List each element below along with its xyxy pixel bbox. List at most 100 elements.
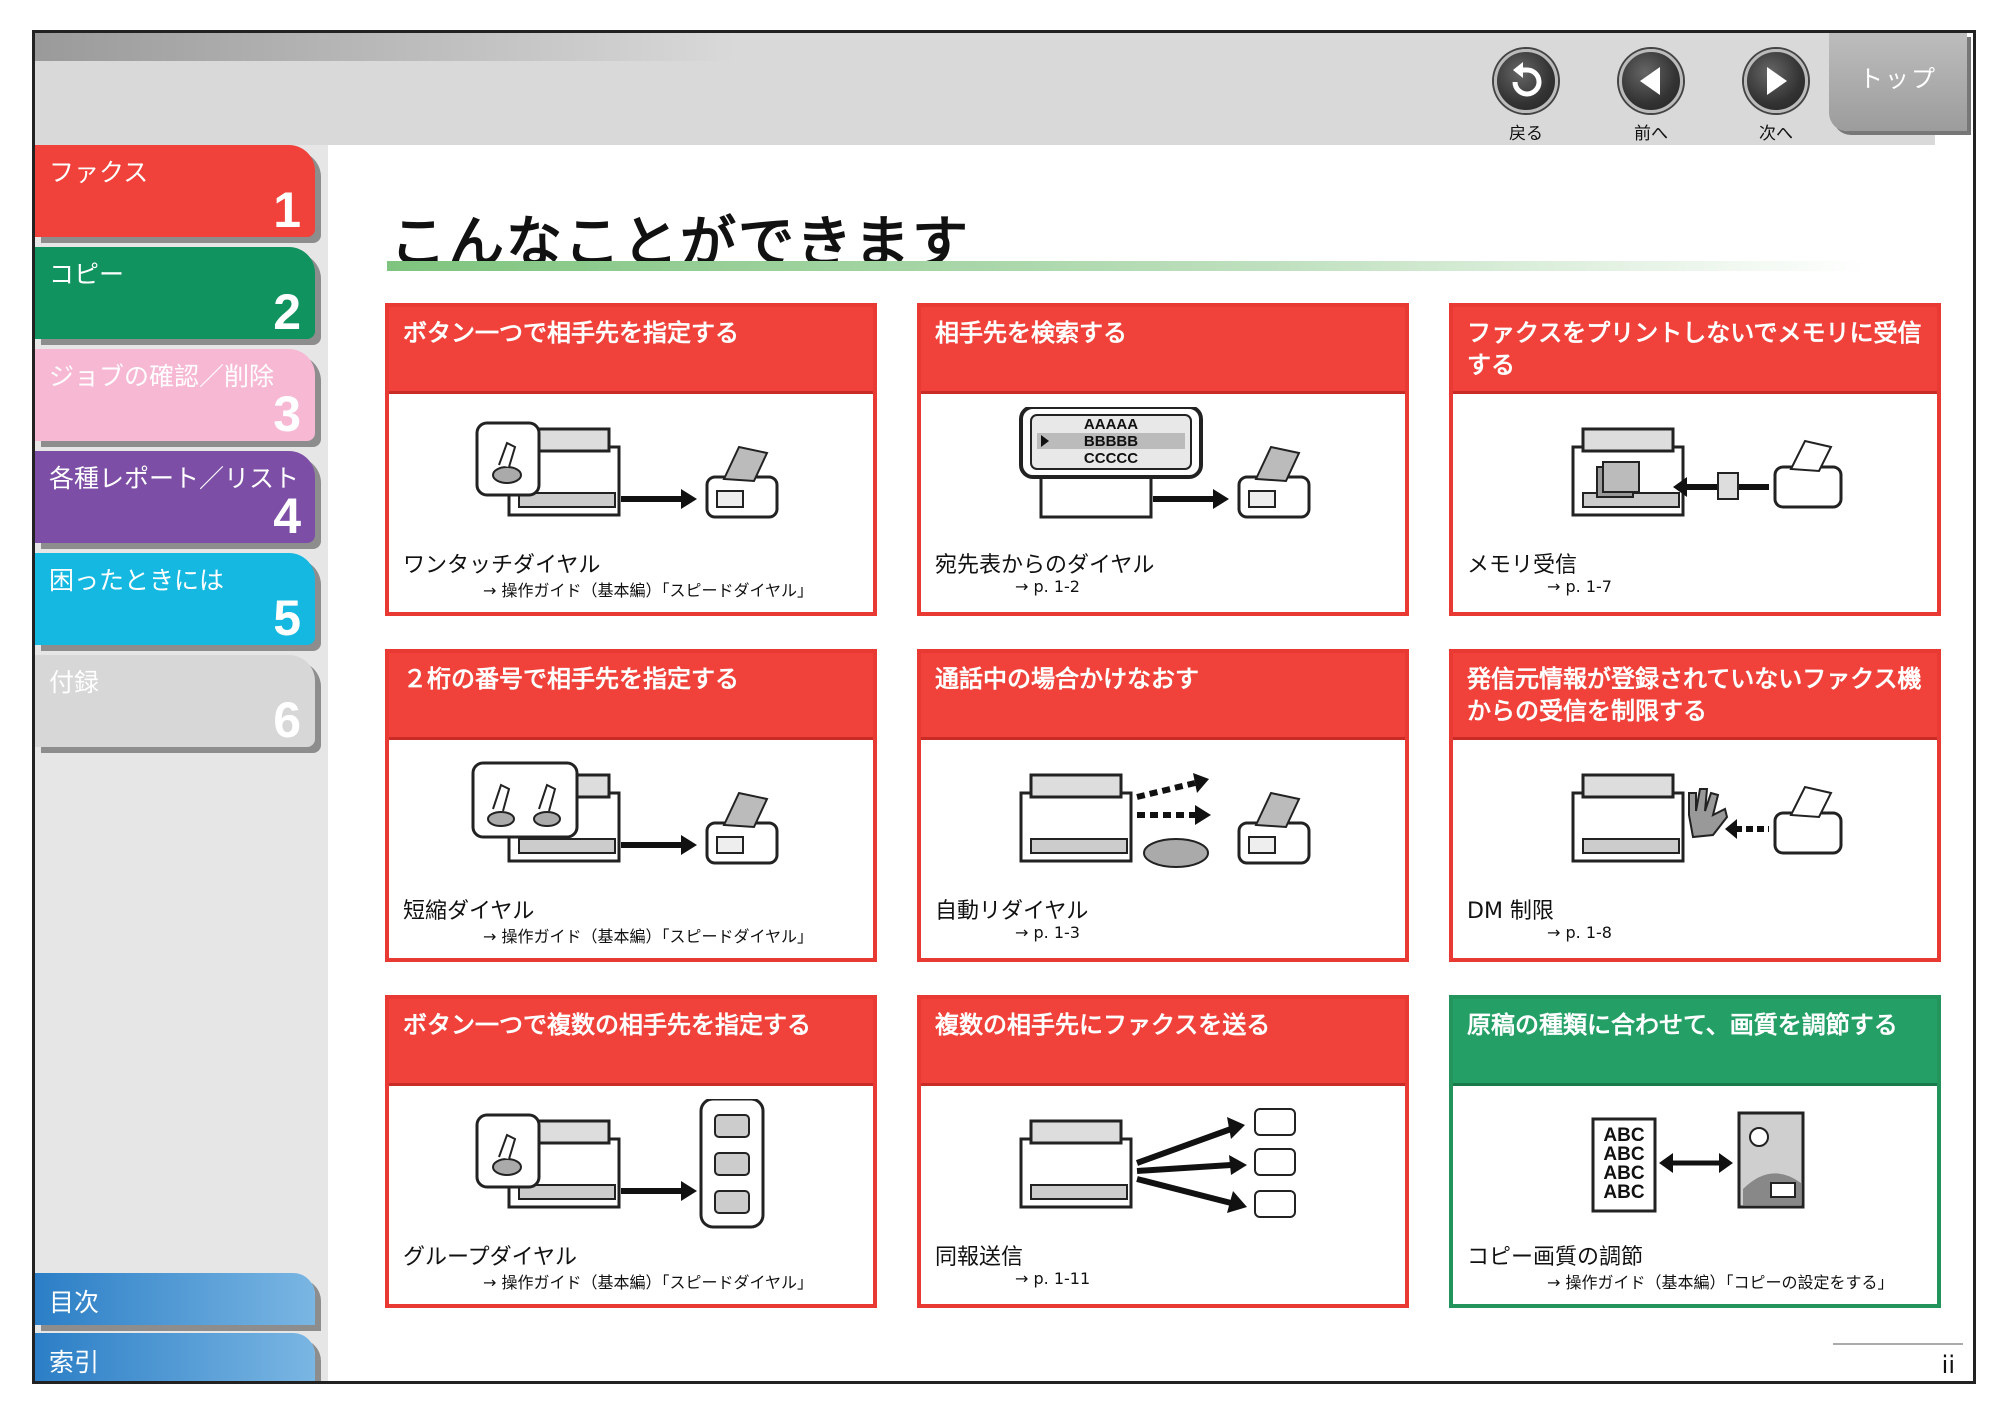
card-title: 原稿の種類に合わせて、画質を調節する [1467, 1011, 1898, 1039]
card-header: 発信元情報が登録されていないファクス機からの受信を制限する [1453, 653, 1937, 740]
next-label: 次へ [1759, 124, 1793, 144]
address-book-dial-icon: AAAAA BBBBB CCCCC [1019, 407, 1311, 519]
prev-label: 前へ [1634, 124, 1668, 144]
chapter-title: コピー [49, 260, 125, 289]
card-reference-link[interactable]: → p. 1-2 [1015, 577, 1080, 596]
feature-card-memory-receive[interactable]: ファクスをプリントしないでメモリに受信する メモリ受信 → p. 1-7 [1449, 303, 1941, 616]
card-title: 発信元情報が登録されていないファクス機からの受信を制限する [1467, 665, 1922, 725]
feature-card-address-book[interactable]: 相手先を検索する AAAAA BBBBB CCCCC 宛先表からのダイヤル → … [917, 303, 1409, 616]
sidebar: ファクス 1 コピー 2 ジョブの確認／削除 3 各種レポート／リスト 4 困っ… [35, 145, 328, 1381]
sample-text-3: ABC [1603, 1163, 1644, 1184]
card-feature-name: ワンタッチダイヤル [403, 553, 601, 578]
card-reference-link[interactable]: → p. 1-7 [1547, 577, 1612, 596]
chapter-title: ファクス [49, 158, 149, 187]
chapter-title: 付録 [49, 668, 100, 697]
chapter-number: 3 [273, 386, 301, 441]
toc-button[interactable]: 目次 [35, 1273, 315, 1325]
index-button[interactable]: 索引 [35, 1333, 315, 1381]
toc-label: 目次 [49, 1288, 100, 1317]
dm-restriction-icon [1571, 773, 1843, 863]
card-feature-name: 自動リダイヤル [935, 899, 1089, 924]
card-title: 相手先を検索する [935, 319, 1127, 347]
chapter-tab-3[interactable]: ジョブの確認／削除 3 [35, 349, 315, 441]
card-reference-link[interactable]: → 操作ガイド（基本編）「スピードダイヤル」 [483, 923, 813, 947]
chapter-number: 5 [273, 590, 301, 645]
card-title: ボタン一つで相手先を指定する [403, 319, 739, 347]
card-header: 原稿の種類に合わせて、画質を調節する [1453, 999, 1937, 1086]
prev-button[interactable]: 前へ [1611, 49, 1691, 144]
chapter-number: 4 [273, 488, 301, 543]
card-header: ボタン一つで複数の相手先を指定する [389, 999, 873, 1086]
chapter-tab-2[interactable]: コピー 2 [35, 247, 315, 339]
card-feature-name: グループダイヤル [403, 1245, 578, 1270]
chapter-title: 各種レポート／リスト [49, 464, 300, 493]
chapter-tab-1[interactable]: ファクス 1 [35, 145, 315, 237]
broadcast-icon [1019, 1108, 1296, 1218]
memory-receive-icon [1571, 427, 1843, 517]
card-feature-name: メモリ受信 [1467, 553, 1578, 578]
index-label: 索引 [49, 1348, 100, 1377]
card-header: 通話中の場合かけなおす [921, 653, 1405, 740]
feature-card-auto-redial[interactable]: 通話中の場合かけなおす 自動リダイヤル → p. 1-3 [917, 649, 1409, 962]
chapter-title: ジョブの確認／削除 [49, 362, 275, 391]
group-dial-icon [475, 1099, 765, 1229]
card-header: ファクスをプリントしないでメモリに受信する [1453, 307, 1937, 394]
card-title: 複数の相手先にファクスを送る [935, 1011, 1271, 1039]
feature-card-group-dial[interactable]: ボタン一つで複数の相手先を指定する グループダイヤル → 操作ガイド（基本編）「… [385, 995, 877, 1308]
card-reference-link[interactable]: → 操作ガイド（基本編）「スピードダイヤル」 [483, 577, 813, 601]
feature-card-dm-restriction[interactable]: 発信元情報が登録されていないファクス機からの受信を制限する DM 制限 → p.… [1449, 649, 1941, 962]
card-header: 複数の相手先にファクスを送る [921, 999, 1405, 1086]
chapter-number: 1 [273, 182, 301, 237]
sample-text-2: ABC [1603, 1144, 1644, 1165]
card-title: ２桁の番号で相手先を指定する [403, 665, 739, 693]
card-feature-name: 宛先表からのダイヤル [935, 553, 1155, 578]
header-stripe [35, 33, 735, 61]
top-tab[interactable]: トップ [1829, 33, 1967, 131]
page-number: ii [1941, 1351, 1955, 1379]
display-line-2: BBBBB [1084, 433, 1138, 450]
feature-card-coded-dial[interactable]: ２桁の番号で相手先を指定する 短縮ダイヤル → 操作ガイド（基本編）「スピードダ… [385, 649, 877, 962]
feature-card-one-touch[interactable]: ボタン一つで相手先を指定する ワンタッチダイヤル → 操作ガイド（基本編）「スピ… [385, 303, 877, 616]
card-reference-link[interactable]: → 操作ガイド（基本編）「スピードダイヤル」 [483, 1269, 813, 1293]
display-line-3: CCCCC [1084, 450, 1138, 467]
chapter-tab-6[interactable]: 付録 6 [35, 655, 315, 747]
triangle-right-icon [1744, 49, 1808, 113]
card-title: 通話中の場合かけなおす [935, 665, 1199, 693]
back-arrow-icon [1494, 49, 1558, 113]
auto-redial-icon [1019, 773, 1311, 868]
one-touch-dial-icon [475, 421, 779, 519]
card-header: ２桁の番号で相手先を指定する [389, 653, 873, 740]
feature-card-image-quality[interactable]: 原稿の種類に合わせて、画質を調節する ABC ABC ABC ABC コピー画質… [1449, 995, 1941, 1308]
chapter-number: 6 [273, 692, 301, 747]
chapter-title: 困ったときには [49, 566, 225, 595]
sample-text-1: ABC [1603, 1125, 1644, 1146]
coded-dial-icon [471, 761, 779, 865]
sample-text-4: ABC [1603, 1182, 1644, 1203]
card-reference-link[interactable]: → 操作ガイド（基本編）「コピーの設定をする」 [1547, 1269, 1894, 1293]
card-feature-name: 短縮ダイヤル [403, 899, 535, 924]
image-quality-icon: ABC ABC ABC ABC [1591, 1111, 1805, 1213]
feature-card-broadcast[interactable]: 複数の相手先にファクスを送る 同報送信 → p. 1-11 [917, 995, 1409, 1308]
chapter-tab-5[interactable]: 困ったときには 5 [35, 553, 315, 645]
card-reference-link[interactable]: → p. 1-11 [1015, 1269, 1090, 1288]
page-frame: 戻る 前へ 次へ トップ ファクス 1 コピー 2 ジョブの確認／削除 3 各種… [32, 30, 1976, 1384]
back-button[interactable]: 戻る [1486, 49, 1566, 144]
page-number-rule [1833, 1343, 1963, 1345]
card-reference-link[interactable]: → p. 1-3 [1015, 923, 1080, 942]
chapter-number: 2 [273, 284, 301, 339]
next-button[interactable]: 次へ [1736, 49, 1816, 144]
card-feature-name: 同報送信 [935, 1245, 1024, 1270]
card-reference-link[interactable]: → p. 1-8 [1547, 923, 1612, 942]
title-underline [387, 261, 1867, 271]
card-title: ファクスをプリントしないでメモリに受信する [1467, 319, 1922, 379]
card-header: 相手先を検索する [921, 307, 1405, 394]
header-bar: 戻る 前へ 次へ [35, 33, 1935, 145]
card-title: ボタン一つで複数の相手先を指定する [403, 1011, 811, 1039]
chapter-tab-4[interactable]: 各種レポート／リスト 4 [35, 451, 315, 543]
card-header: ボタン一つで相手先を指定する [389, 307, 873, 394]
display-line-1: AAAAA [1084, 416, 1138, 433]
back-label: 戻る [1509, 124, 1543, 144]
card-feature-name: コピー画質の調節 [1467, 1245, 1644, 1270]
card-feature-name: DM 制限 [1467, 899, 1554, 924]
triangle-left-icon [1619, 49, 1683, 113]
